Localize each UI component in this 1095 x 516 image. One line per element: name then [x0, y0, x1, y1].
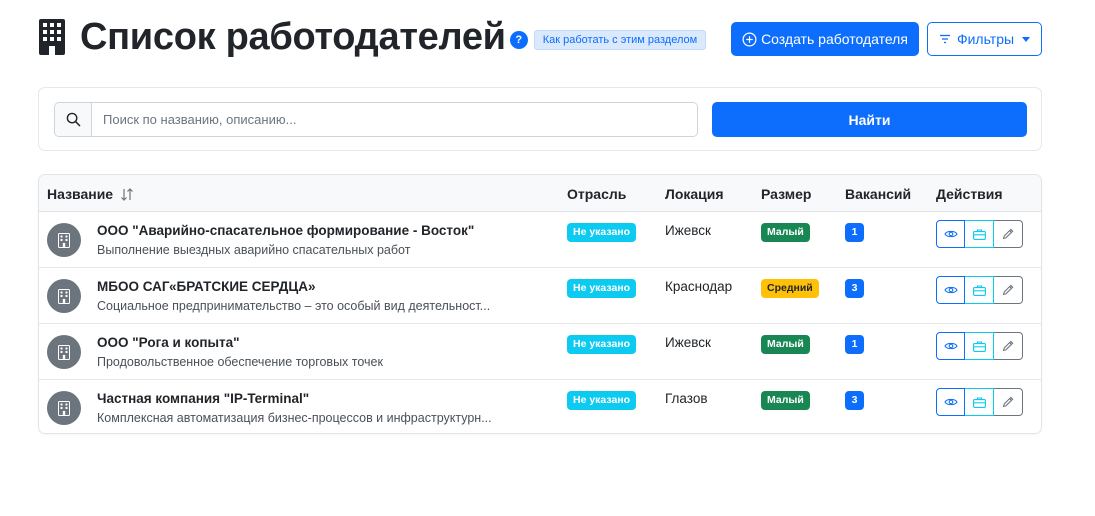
- size-badge: Малый: [761, 391, 810, 410]
- help-link[interactable]: Как работать с этим разделом: [533, 30, 707, 50]
- company-name[interactable]: ООО "Аварийно-спасательное формирование …: [97, 223, 474, 238]
- column-header-industry: Отрасль: [567, 186, 627, 202]
- row-actions: [936, 388, 1023, 416]
- column-header-location: Локация: [665, 186, 724, 202]
- search-panel: Найти: [38, 87, 1042, 151]
- column-header-size: Размер: [761, 186, 812, 202]
- edit-button[interactable]: [994, 276, 1023, 304]
- create-employer-label: Создать работодателя: [761, 31, 908, 47]
- vacancies-button[interactable]: [965, 332, 994, 360]
- vacancies-button[interactable]: [965, 276, 994, 304]
- briefcase-icon: [972, 340, 986, 352]
- company-name[interactable]: МБОО САГ«БРАТСКИЕ СЕРДЦА»: [97, 279, 315, 294]
- eye-icon: [943, 342, 958, 350]
- pencil-icon: [1002, 228, 1014, 240]
- company-avatar: [47, 279, 81, 313]
- create-employer-button[interactable]: Создать работодателя: [731, 22, 919, 56]
- employers-table: Название Отрасль Локация Размер Вакансий…: [38, 174, 1042, 434]
- table-row: ООО "Аварийно-спасательное формирование …: [39, 212, 1041, 268]
- company-location: Глазов: [665, 391, 708, 406]
- table-row: МБОО САГ«БРАТСКИЕ СЕРДЦА» Социальное пре…: [39, 268, 1041, 324]
- search-icon: [66, 112, 80, 127]
- eye-icon: [943, 230, 958, 238]
- table-header: Название Отрасль Локация Размер Вакансий…: [39, 175, 1041, 212]
- building-icon: [58, 400, 70, 416]
- company-description: Выполнение выездных аварийно спасательны…: [97, 243, 411, 257]
- table-row: Частная компания "IP-Terminal" Комплексн…: [39, 380, 1041, 433]
- vacancies-badge: 1: [845, 223, 864, 242]
- view-button[interactable]: [936, 332, 965, 360]
- help-icon[interactable]: ?: [509, 31, 528, 49]
- company-location: Ижевск: [665, 335, 711, 350]
- industry-badge: Не указано: [567, 223, 637, 242]
- page-header: Список работодателей ? Как работать с эт…: [38, 14, 1042, 64]
- company-description: Продовольственное обеспечение торговых т…: [97, 355, 383, 369]
- row-actions: [936, 276, 1023, 304]
- pencil-icon: [1002, 396, 1014, 408]
- company-location: Краснодар: [665, 279, 733, 294]
- eye-icon: [943, 286, 958, 294]
- eye-icon: [943, 398, 958, 406]
- company-description: Комплексная автоматизация бизнес-процесс…: [97, 411, 492, 425]
- briefcase-icon: [972, 228, 986, 240]
- title-group: Список работодателей ? Как работать с эт…: [38, 14, 707, 60]
- search-addon: [55, 103, 92, 136]
- caret-down-icon: [1022, 36, 1031, 42]
- vacancies-button[interactable]: [965, 220, 994, 248]
- industry-badge: Не указано: [567, 335, 637, 354]
- find-button[interactable]: Найти: [712, 102, 1027, 137]
- briefcase-icon: [972, 396, 986, 408]
- briefcase-icon: [972, 284, 986, 296]
- vacancies-badge: 1: [845, 335, 864, 354]
- edit-button[interactable]: [994, 332, 1023, 360]
- sort-icon[interactable]: [120, 188, 134, 201]
- company-name[interactable]: ООО "Рога и копыта": [97, 335, 240, 350]
- column-header-vacancies: Вакансий: [845, 186, 912, 202]
- column-header-name-label: Название: [47, 186, 114, 202]
- row-actions: [936, 332, 1023, 360]
- size-badge: Малый: [761, 335, 810, 354]
- vacancies-button[interactable]: [965, 388, 994, 416]
- page-title: Список работодателей: [80, 15, 506, 58]
- column-header-name[interactable]: Название: [47, 186, 134, 202]
- vacancies-badge: 3: [845, 391, 864, 410]
- company-name[interactable]: Частная компания "IP-Terminal": [97, 391, 309, 406]
- filter-icon: [939, 34, 950, 44]
- company-description: Социальное предпринимательство – это осо…: [97, 299, 491, 313]
- view-button[interactable]: [936, 388, 965, 416]
- company-avatar: [47, 335, 81, 369]
- filters-label: Фильтры: [956, 31, 1015, 47]
- company-avatar: [47, 391, 81, 425]
- view-button[interactable]: [936, 220, 965, 248]
- filters-dropdown-button[interactable]: Фильтры: [927, 22, 1042, 56]
- building-icon: [39, 19, 65, 55]
- pencil-icon: [1002, 284, 1014, 296]
- edit-button[interactable]: [994, 388, 1023, 416]
- plus-circle-icon: [742, 32, 757, 46]
- company-location: Ижевск: [665, 223, 711, 238]
- view-button[interactable]: [936, 276, 965, 304]
- industry-badge: Не указано: [567, 391, 637, 410]
- search-group: [54, 102, 698, 137]
- vacancies-badge: 3: [845, 279, 864, 298]
- building-icon: [58, 288, 70, 304]
- pencil-icon: [1002, 340, 1014, 352]
- size-badge: Малый: [761, 223, 810, 242]
- building-icon: [58, 344, 70, 360]
- edit-button[interactable]: [994, 220, 1023, 248]
- search-input[interactable]: [92, 103, 697, 136]
- industry-badge: Не указано: [567, 279, 637, 298]
- column-header-actions: Действия: [936, 186, 1003, 202]
- table-row: ООО "Рога и копыта" Продовольственное об…: [39, 324, 1041, 380]
- company-avatar: [47, 223, 81, 257]
- size-badge: Средний: [761, 279, 819, 298]
- row-actions: [936, 220, 1023, 248]
- building-icon: [58, 232, 70, 248]
